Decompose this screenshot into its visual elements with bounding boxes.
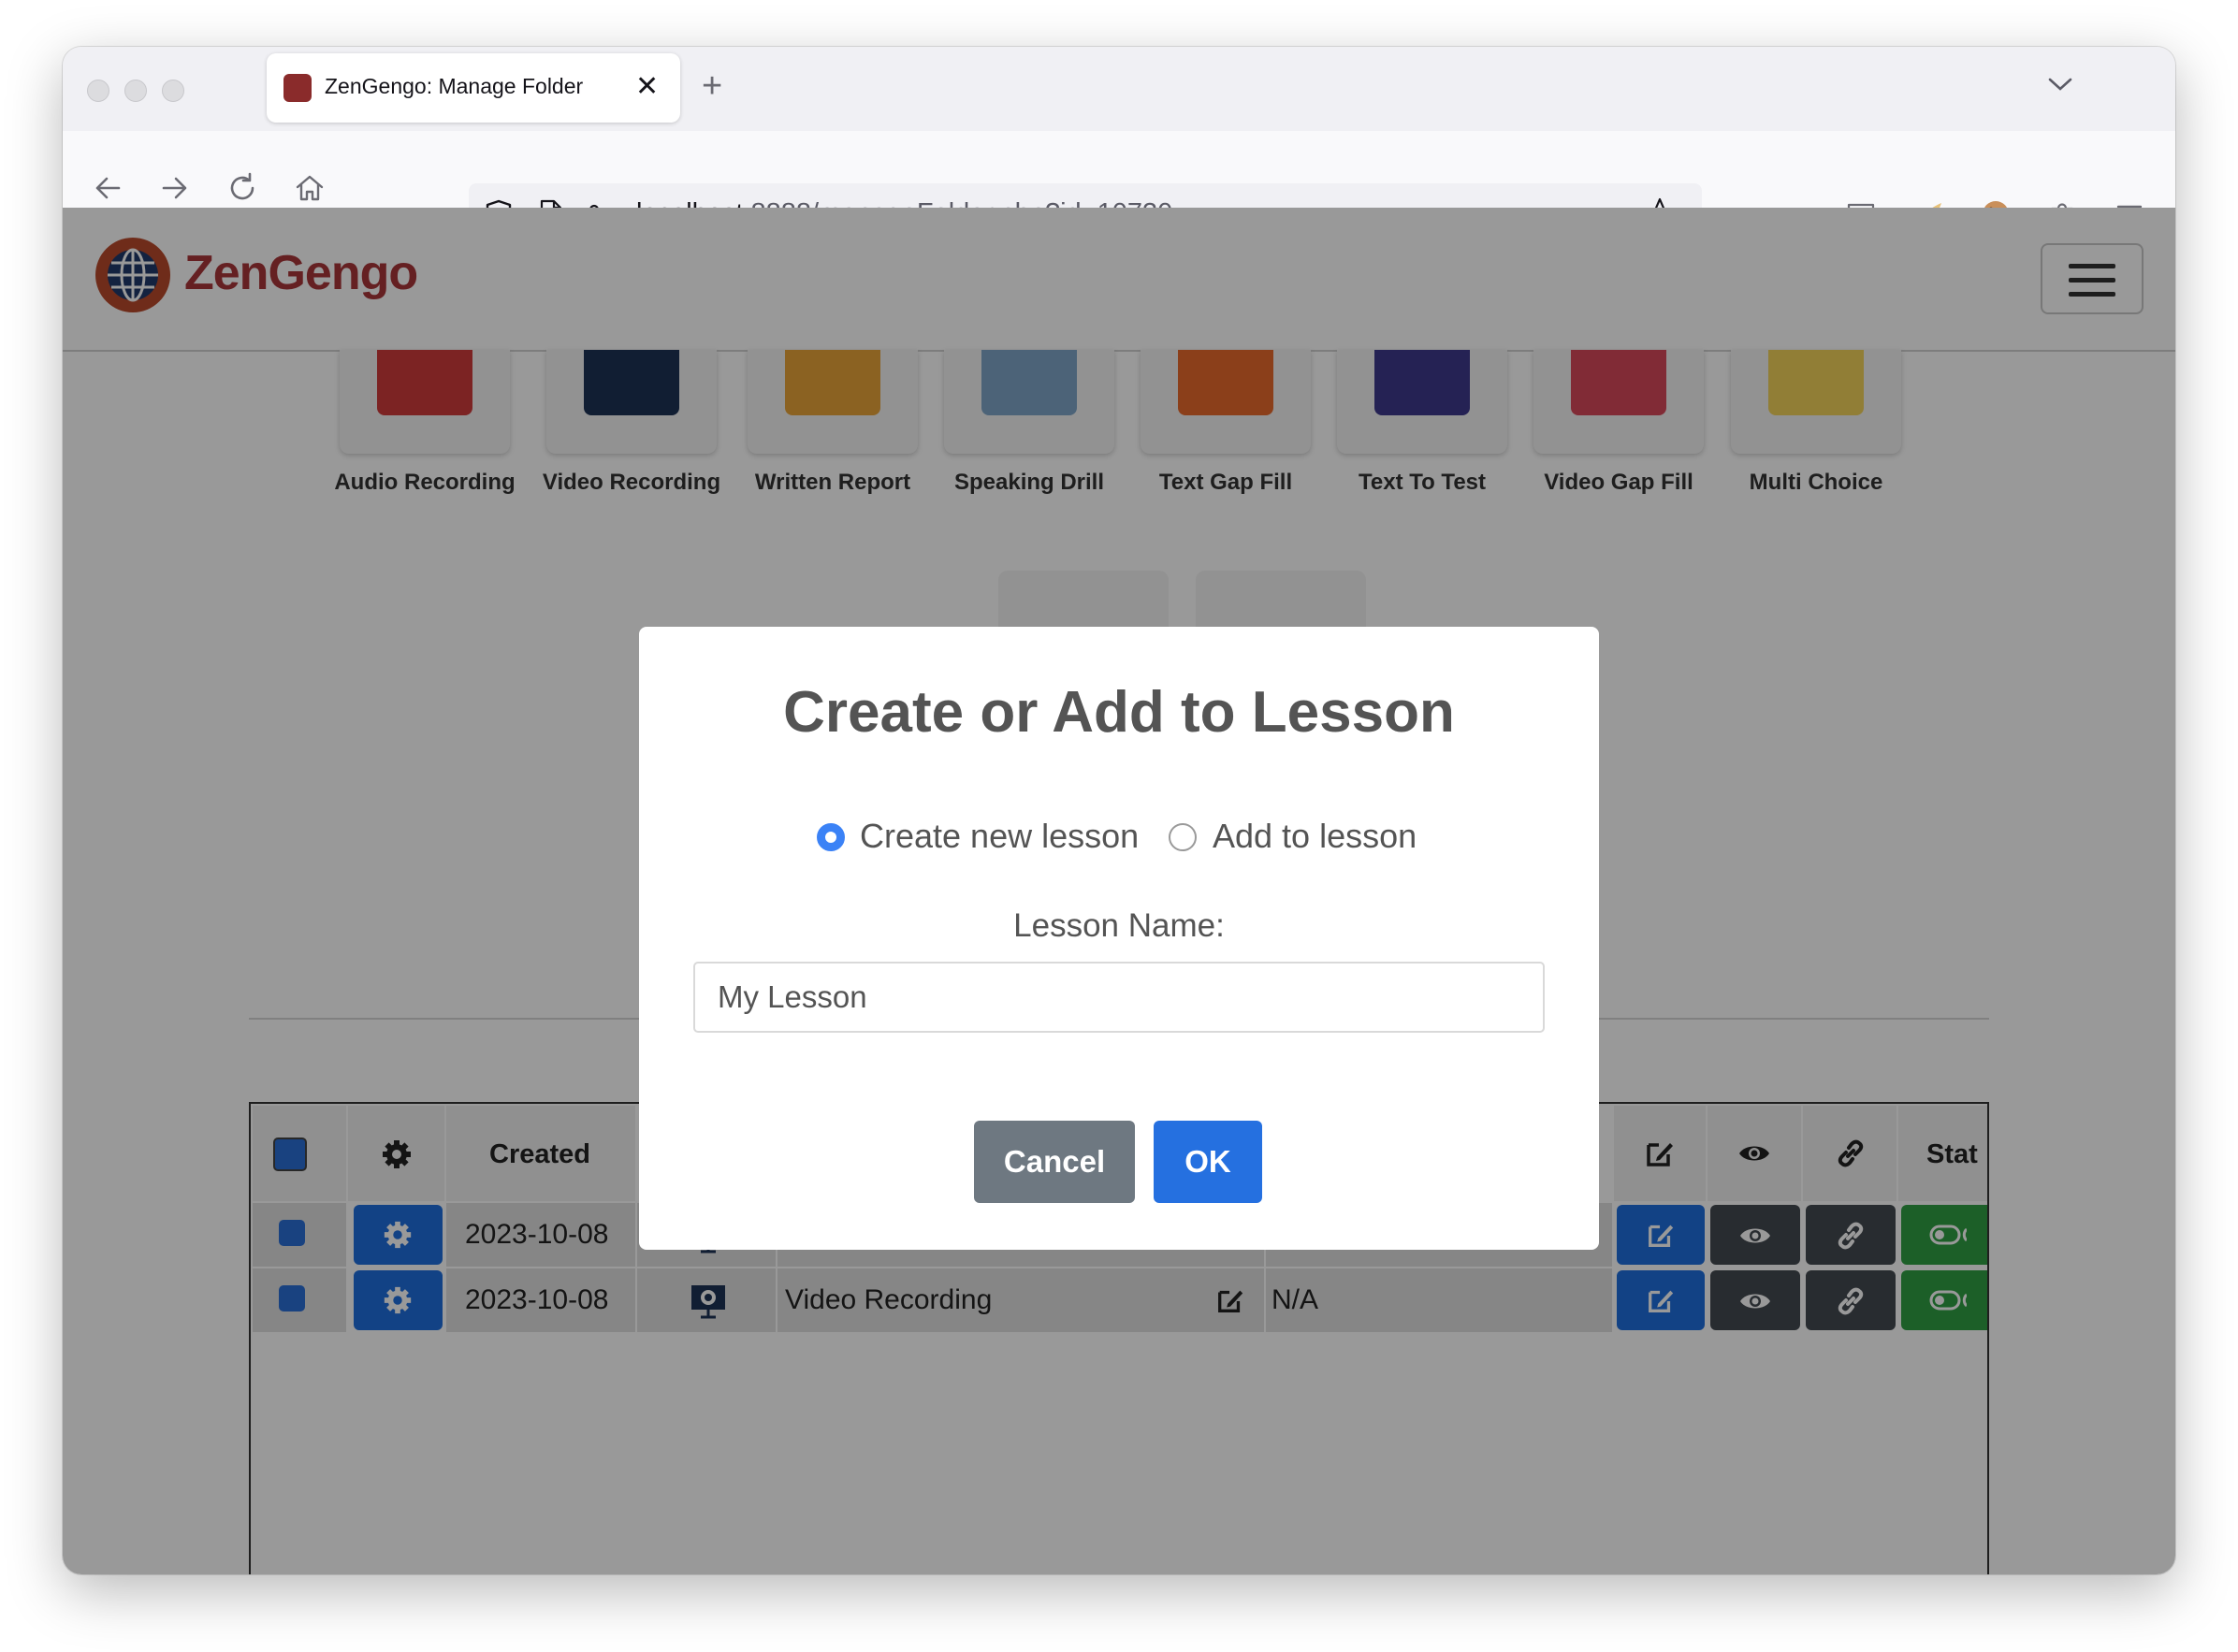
minimize-window-button[interactable] [124, 80, 147, 102]
lesson-name-input[interactable] [693, 962, 1545, 1033]
home-icon[interactable] [293, 171, 327, 205]
back-icon[interactable] [91, 171, 124, 205]
web-page: ZenGengo Audio Recording Video Recording W… [63, 208, 2175, 1574]
add-to-lesson-label[interactable]: Add to lesson [1213, 817, 1417, 856]
close-tab-icon[interactable]: ✕ [635, 68, 659, 106]
add-to-lesson-radio[interactable] [1169, 823, 1197, 851]
lesson-name-label: Lesson Name: [1013, 907, 1225, 944]
close-window-button[interactable] [87, 80, 109, 102]
create-new-lesson-radio[interactable] [817, 823, 845, 851]
zoom-window-button[interactable] [162, 80, 184, 102]
zengengo-favicon-icon [283, 74, 312, 102]
ok-button[interactable]: OK [1154, 1121, 1262, 1203]
list-tabs-icon[interactable] [2047, 75, 2073, 94]
tab-title: ZenGengo: Manage Folder [325, 74, 584, 98]
cancel-button[interactable]: Cancel [974, 1121, 1135, 1203]
create-lesson-dialog: Create or Add to Lesson Create new lesso… [639, 627, 1599, 1250]
create-new-lesson-label[interactable]: Create new lesson [860, 817, 1139, 856]
tab-strip: ZenGengo: Manage Folder ✕ + [63, 47, 2175, 131]
dialog-title: Create or Add to Lesson [783, 680, 1455, 745]
browser-tab[interactable]: ZenGengo: Manage Folder ✕ [267, 53, 680, 123]
reload-icon[interactable] [225, 171, 259, 205]
browser-window: ZenGengo: Manage Folder ✕ + ZenGengo Aud… [63, 47, 2175, 1574]
new-tab-icon[interactable]: + [702, 67, 722, 105]
forward-icon[interactable] [158, 171, 192, 205]
